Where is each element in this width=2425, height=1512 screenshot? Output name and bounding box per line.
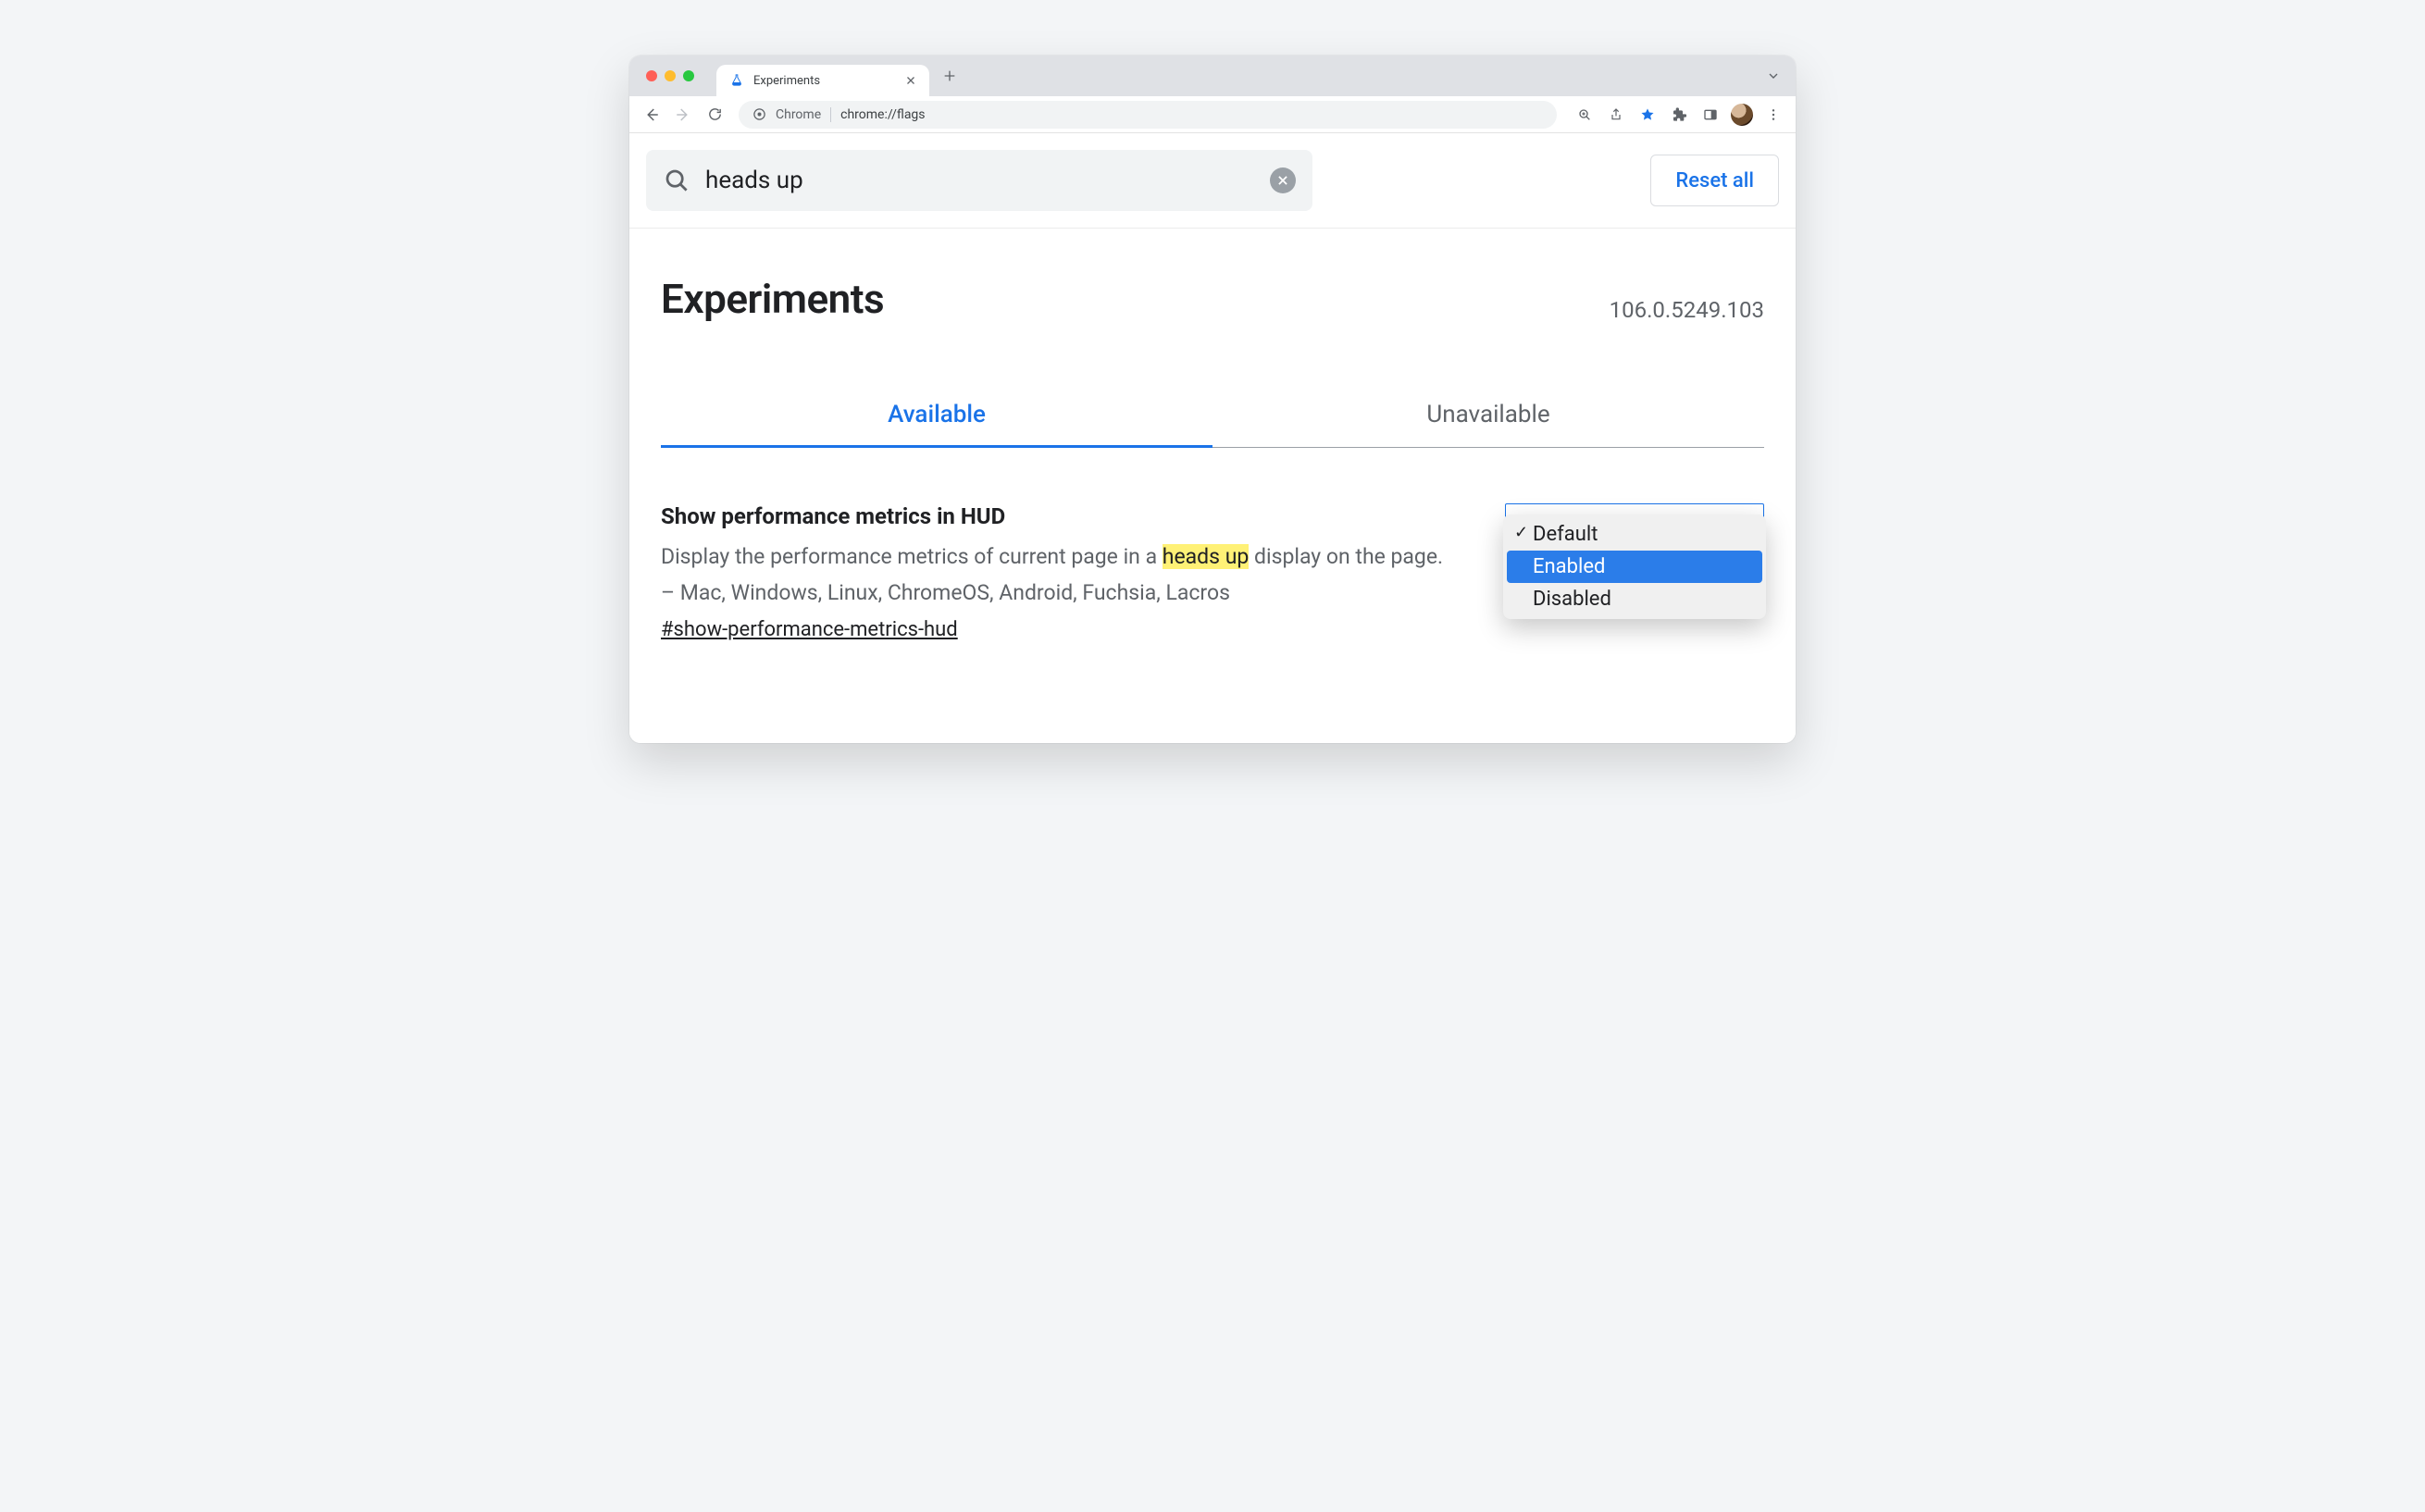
page-content: Reset all Experiments 106.0.5249.103 Ava… — [629, 133, 1796, 743]
header-row: Experiments 106.0.5249.103 — [629, 229, 1796, 323]
chrome-version: 106.0.5249.103 — [1610, 297, 1764, 323]
toolbar: Chrome chrome://flags — [629, 96, 1796, 133]
sidepanel-icon[interactable] — [1698, 102, 1723, 128]
browser-tab[interactable]: Experiments — [716, 65, 929, 96]
chrome-icon — [752, 107, 766, 122]
search-box — [646, 150, 1312, 211]
dropdown-option-default[interactable]: Default — [1507, 518, 1762, 551]
window-minimize-button[interactable] — [665, 70, 676, 81]
omnibox-url: chrome://flags — [840, 107, 925, 122]
forward-button[interactable] — [670, 102, 696, 128]
address-bar[interactable]: Chrome chrome://flags — [739, 101, 1557, 129]
tab-strip: Experiments — [629, 56, 1796, 96]
omnibox-divider — [830, 107, 831, 122]
clear-search-button[interactable] — [1270, 167, 1296, 193]
search-input[interactable] — [705, 167, 1255, 194]
flag-text: Show performance metrics in HUD Display … — [661, 503, 1449, 641]
flag-hash-link[interactable]: #show-performance-metrics-hud — [661, 618, 958, 641]
extensions-icon[interactable] — [1666, 102, 1692, 128]
dropdown-option-enabled[interactable]: Enabled — [1507, 551, 1762, 583]
zoom-icon[interactable] — [1572, 102, 1598, 128]
flag-row: Show performance metrics in HUD Display … — [629, 448, 1796, 743]
bookmark-icon[interactable] — [1635, 102, 1660, 128]
flag-desc-before: Display the performance metrics of curre… — [661, 544, 1163, 569]
new-tab-button[interactable] — [937, 63, 963, 89]
share-icon[interactable] — [1603, 102, 1629, 128]
browser-window: Experiments Chrome chrome://f — [629, 56, 1796, 743]
reset-all-button[interactable]: Reset all — [1650, 155, 1779, 206]
tab-available[interactable]: Available — [661, 388, 1212, 448]
close-icon[interactable] — [903, 73, 918, 88]
menu-icon[interactable] — [1760, 102, 1786, 128]
flag-select[interactable]: Default Enabled Disabled — [1505, 503, 1764, 641]
window-controls — [646, 70, 694, 81]
flask-icon — [729, 73, 744, 88]
dropdown-option-disabled[interactable]: Disabled — [1507, 583, 1762, 615]
search-icon — [663, 167, 690, 194]
tab-title: Experiments — [753, 74, 820, 88]
window-zoom-button[interactable] — [683, 70, 694, 81]
flag-description: Display the performance metrics of curre… — [661, 539, 1449, 611]
reload-button[interactable] — [702, 102, 728, 128]
profile-avatar[interactable] — [1729, 102, 1755, 128]
search-highlight: heads up — [1163, 544, 1250, 569]
chevron-down-icon[interactable] — [1762, 65, 1785, 87]
search-row: Reset all — [629, 133, 1796, 229]
tab-unavailable[interactable]: Unavailable — [1212, 388, 1764, 448]
back-button[interactable] — [639, 102, 665, 128]
flag-dropdown: Default Enabled Disabled — [1503, 514, 1766, 619]
toolbar-actions — [1572, 102, 1786, 128]
page-title: Experiments — [661, 275, 884, 323]
tabs-row: Available Unavailable — [661, 388, 1764, 448]
window-close-button[interactable] — [646, 70, 657, 81]
omnibox-prefix: Chrome — [776, 107, 821, 122]
flag-title: Show performance metrics in HUD — [661, 503, 1449, 529]
